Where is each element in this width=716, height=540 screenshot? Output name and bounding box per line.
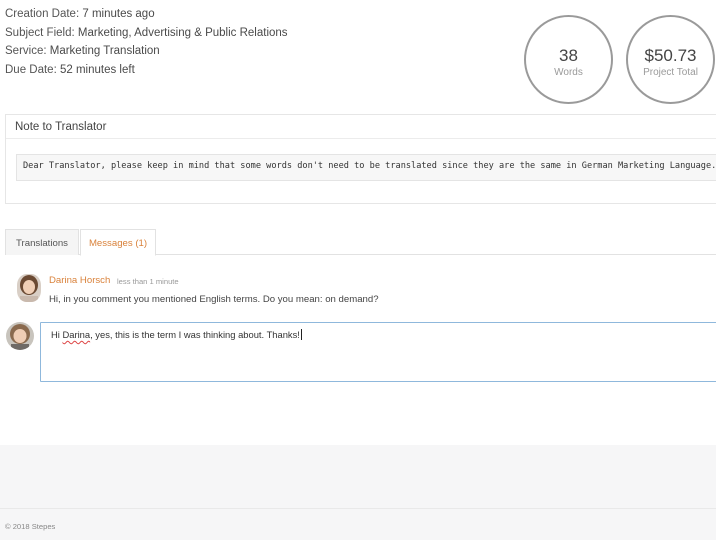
service-label: Service:: [5, 45, 47, 57]
reply-text-prefix: Hi: [51, 329, 63, 340]
creation-date-label: Creation Date:: [5, 8, 80, 20]
due-date-label: Due Date:: [5, 63, 57, 76]
footer-divider: [0, 508, 716, 509]
text-cursor: [300, 329, 302, 340]
service-value: Marketing Translation: [49, 45, 160, 57]
note-to-translator-panel: Note to Translator Dear Translator, plea…: [5, 114, 716, 204]
reply-textarea[interactable]: Hi Darina, yes, this is the term I was t…: [40, 322, 716, 382]
words-count-label: Words: [554, 67, 583, 78]
footer-area: [0, 445, 716, 540]
message-text: Hi, in you comment you mentioned English…: [49, 294, 379, 305]
tab-translations[interactable]: Translations: [5, 229, 79, 255]
note-title: Note to Translator: [6, 115, 716, 139]
note-body: Dear Translator, please keep in mind tha…: [16, 154, 716, 181]
due-date-row: Due Date: 52 minutes left: [5, 61, 288, 80]
subject-field-value: Marketing, Advertising & Public Relation…: [77, 26, 288, 39]
message-time: less than 1 minute: [117, 277, 179, 286]
subject-field-label: Subject Field:: [5, 26, 75, 39]
words-count-value: 38: [559, 46, 578, 65]
message-author[interactable]: Darina Horsch: [49, 275, 110, 286]
project-info: Creation Date: 7 minutes ago Subject Fie…: [5, 5, 288, 79]
footer-copyright: © 2018 Stepes: [5, 522, 56, 531]
service-row: Service: Marketing Translation: [5, 42, 288, 61]
words-count-circle: 38 Words: [524, 15, 613, 104]
creation-date-row: Creation Date: 7 minutes ago: [5, 5, 288, 24]
current-user-avatar: [6, 322, 34, 350]
tab-bar: Translations Messages (1): [5, 229, 716, 256]
reply-misspelled-word: Darina: [62, 329, 91, 340]
tab-messages[interactable]: Messages (1): [80, 229, 156, 256]
subject-field-row: Subject Field: Marketing, Advertising & …: [5, 24, 288, 43]
project-total-label: Project Total: [643, 67, 698, 78]
due-date-value: 52 minutes left: [59, 63, 135, 76]
project-total-circle: $50.73 Project Total: [626, 15, 715, 104]
project-total-value: $50.73: [644, 46, 697, 65]
darina-avatar: [17, 274, 41, 302]
creation-date-value: 7 minutes ago: [82, 8, 155, 20]
reply-text-suffix: , yes, this is the term I was thinking a…: [90, 329, 300, 340]
